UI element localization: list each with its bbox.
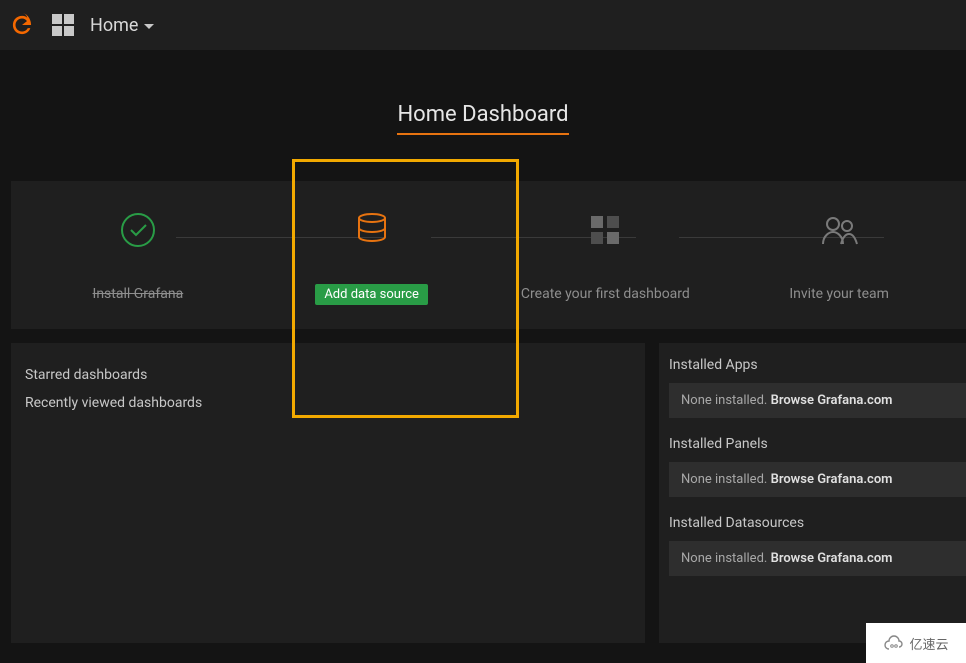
dashboard-grid-icon[interactable] xyxy=(52,14,74,36)
installed-datasources-section: Installed Datasources None installed. Br… xyxy=(669,515,966,576)
browse-link[interactable]: Browse Grafana.com xyxy=(771,472,893,487)
none-text: None installed. xyxy=(681,551,767,566)
step-label: Invite your team xyxy=(789,286,889,302)
installed-panels-section: Installed Panels None installed. Browse … xyxy=(669,436,966,497)
recently-viewed-header[interactable]: Recently viewed dashboards xyxy=(25,389,631,417)
users-icon xyxy=(722,208,956,252)
browse-link[interactable]: Browse Grafana.com xyxy=(771,551,893,566)
watermark-text: 亿速云 xyxy=(909,634,948,653)
panels-row: Starred dashboards Recently viewed dashb… xyxy=(11,343,966,643)
installed-panels-box: None installed. Browse Grafana.com xyxy=(669,462,966,497)
dashboard-list-panel: Starred dashboards Recently viewed dashb… xyxy=(11,343,645,643)
step-label: Install Grafana xyxy=(93,286,184,302)
cloud-icon xyxy=(883,635,905,651)
section-title: Installed Apps xyxy=(669,357,966,373)
plugins-panel: Installed Apps None installed. Browse Gr… xyxy=(659,343,966,643)
page-title: Home Dashboard xyxy=(397,102,568,135)
database-icon xyxy=(255,206,489,250)
chevron-down-icon xyxy=(144,24,154,29)
step-label: Create your first dashboard xyxy=(521,286,690,302)
breadcrumb[interactable]: Home xyxy=(90,15,154,36)
check-circle-icon xyxy=(21,208,255,252)
grafana-logo-icon[interactable] xyxy=(8,11,36,39)
none-text: None installed. xyxy=(681,393,767,408)
step-add-data-source[interactable]: Add data source xyxy=(255,206,489,305)
top-navbar: Home xyxy=(0,0,966,50)
none-text: None installed. xyxy=(681,472,767,487)
installed-datasources-box: None installed. Browse Grafana.com xyxy=(669,541,966,576)
installed-apps-section: Installed Apps None installed. Browse Gr… xyxy=(669,357,966,418)
section-title: Installed Panels xyxy=(669,436,966,452)
step-invite-team[interactable]: Invite your team xyxy=(722,208,956,302)
browse-link[interactable]: Browse Grafana.com xyxy=(771,393,893,408)
step-label: Add data source xyxy=(315,284,428,305)
section-title: Installed Datasources xyxy=(669,515,966,531)
step-create-dashboard[interactable]: Create your first dashboard xyxy=(489,208,723,302)
getting-started-strip: Install Grafana Add data source Create y… xyxy=(11,181,966,329)
watermark-badge: 亿速云 xyxy=(866,623,966,663)
starred-dashboards-header[interactable]: Starred dashboards xyxy=(25,361,631,389)
page-title-wrap: Home Dashboard xyxy=(0,102,966,135)
breadcrumb-label: Home xyxy=(90,15,138,36)
dashboard-icon xyxy=(489,208,723,252)
installed-apps-box: None installed. Browse Grafana.com xyxy=(669,383,966,418)
step-install-grafana[interactable]: Install Grafana xyxy=(21,208,255,302)
